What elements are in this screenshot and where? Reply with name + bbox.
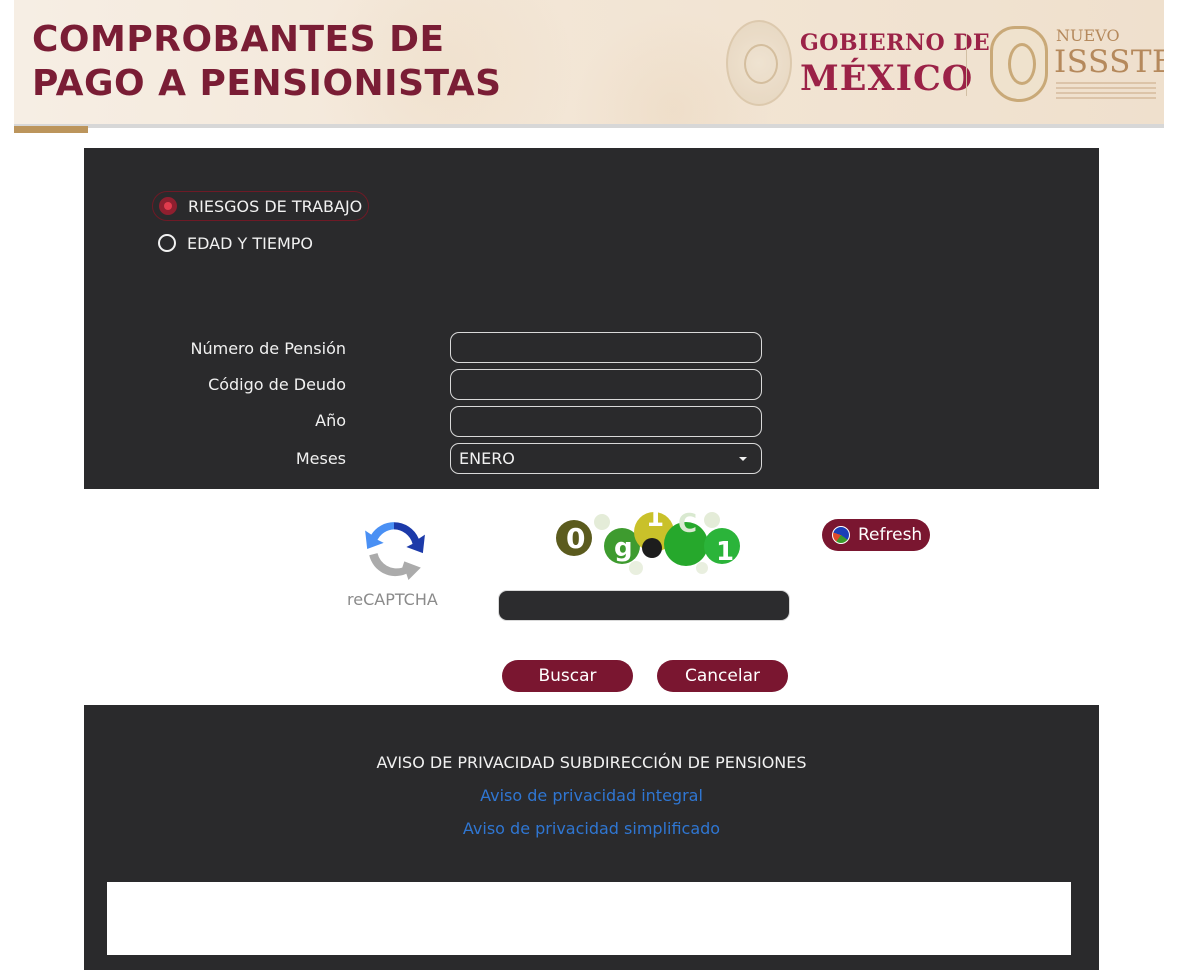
year-label: Año [315,411,346,430]
captcha-char: 0 [566,522,585,555]
national-emblem-icon [726,20,792,106]
issste-logo-nuevo: NUEVO [1056,26,1120,45]
year-input[interactable] [450,406,762,437]
radio-label: EDAD Y TIEMPO [187,233,314,253]
recaptcha-label: reCAPTCHA [347,590,438,609]
refresh-icon [832,526,850,544]
months-selected-value: ENERO [459,449,515,468]
months-label: Meses [295,449,346,468]
issste-logo-icon [990,26,1048,102]
deudo-code-input[interactable] [450,369,762,400]
radio-riesgos-de-trabajo[interactable]: RIESGOS DE TRABAJO [152,191,370,221]
issste-logo-name: ISSSTE [1054,44,1164,80]
page-title-line1: COMPROBANTES DE [32,19,445,60]
captcha-char: C [678,509,697,539]
gobierno-logo-line1: GOBIERNO DE [800,30,991,56]
captcha-char: 1 [716,537,734,567]
logo-divider [966,34,967,96]
radio-unselected-icon [158,234,176,252]
privacy-simplified-link[interactable]: Aviso de privacidad simplificado [84,819,1099,838]
captcha-input[interactable] [498,590,790,621]
recaptcha-logo-icon [365,522,425,580]
banner-underline [14,124,1164,128]
captcha-image: 0 g 1 C 1 [556,503,740,575]
radio-edad-y-tiempo[interactable]: EDAD Y TIEMPO [158,228,313,258]
footer-content-box [107,882,1071,955]
pension-number-label: Número de Pensión [190,339,347,358]
cancel-button[interactable]: Cancelar [657,660,788,692]
deudo-code-label: Código de Deudo [208,375,346,394]
radio-selected-icon [159,197,177,215]
header-banner: COMPROBANTES DE PAGO A PENSIONISTAS GOBI… [14,0,1164,124]
page-title-line2: PAGO A PENSIONISTAS [32,63,502,104]
privacy-footer-panel: AVISO DE PRIVACIDAD SUBDIRECCIÓN DE PENS… [84,705,1099,970]
months-select[interactable]: ENERO [450,443,762,474]
privacy-notice-title: AVISO DE PRIVACIDAD SUBDIRECCIÓN DE PENS… [376,753,807,772]
issste-logo-subtext [1056,82,1156,100]
captcha-refresh-button[interactable]: Refresh [822,519,930,551]
refresh-label: Refresh [858,525,923,545]
captcha-char: g [614,533,633,563]
privacy-integral-link[interactable]: Aviso de privacidad integral [84,786,1099,805]
banner-gold-accent [14,126,88,133]
search-form-panel: RIESGOS DE TRABAJO EDAD Y TIEMPO Número … [84,148,1099,489]
gobierno-logo-line2: MÉXICO [800,58,974,99]
pension-number-input[interactable] [450,332,762,363]
search-button[interactable]: Buscar [502,660,633,692]
page-title: COMPROBANTES DE PAGO A PENSIONISTAS [32,18,502,106]
captcha-char: 1 [646,503,664,533]
radio-label: RIESGOS DE TRABAJO [188,196,363,216]
chevron-down-icon [739,456,747,461]
